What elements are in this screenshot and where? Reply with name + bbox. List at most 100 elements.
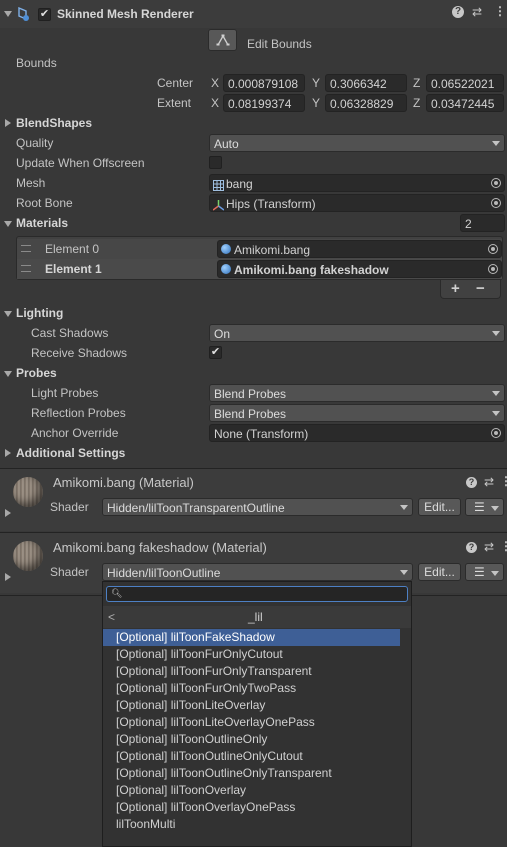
cast-shadows-dropdown[interactable]: On [209,324,505,342]
popup-item[interactable]: [Optional] lilToonOutlineOnly [103,731,400,748]
extent-x-field[interactable]: 0.08199374 [223,94,305,112]
probes-foldout-icon[interactable] [4,371,12,377]
help-icon[interactable]: ? [466,542,477,553]
popup-item[interactable]: [Optional] lilToonFakeShadow [103,629,400,646]
component-enabled-checkbox[interactable]: ✔ [38,8,51,21]
materials-count-field[interactable]: 2 [460,214,505,232]
lighting-foldout[interactable]: Lighting [16,304,63,322]
additional-settings-foldout-icon[interactable] [5,449,11,457]
popup-item[interactable]: [Optional] lilToonOutlineOnlyTransparent [103,765,400,782]
center-x-field[interactable]: 0.000879108 [223,74,305,92]
anchor-override-value: None (Transform) [214,427,309,441]
chevron-down-icon [491,571,499,576]
help-icon[interactable]: ? [466,477,477,488]
object-picker-icon[interactable] [491,428,501,438]
edit-bounds-button[interactable] [208,29,237,51]
popup-item[interactable]: [Optional] lilToonOverlay [103,782,400,799]
cast-shadows-label: Cast Shadows [31,326,109,340]
popup-item[interactable]: [Optional] lilToonOverlayOnePass [103,799,400,816]
presets-icon[interactable]: ⇄ [484,540,494,554]
material2-edit-button[interactable]: Edit... [418,563,461,581]
kebab-menu-icon[interactable]: ⋮ [494,4,506,18]
center-z-field[interactable]: 0.06522021 [426,74,504,92]
material2-shader-value: Hidden/lilToonOutline [107,566,221,580]
object-picker-icon[interactable] [491,198,501,208]
popup-item[interactable]: [Optional] lilToonLiteOverlayOnePass [103,714,400,731]
center-y-field[interactable]: 0.3066342 [325,74,407,92]
popup-item-label: lilToonMulti [116,817,176,831]
object-picker-icon[interactable] [491,178,501,188]
edit-bounds-label: Edit Bounds [247,37,312,51]
material2-shader-dropdown[interactable]: Hidden/lilToonOutline [102,563,413,581]
popup-item-label: [Optional] lilToonFurOnlyTwoPass [116,681,297,695]
help-icon[interactable]: ? [452,6,464,18]
material-sphere-icon [221,264,231,274]
popup-item[interactable]: [Optional] lilToonFurOnlyCutout [103,646,400,663]
drag-handle-icon[interactable] [21,265,31,272]
root-bone-value: Hips (Transform) [226,197,316,211]
popup-item[interactable]: [Optional] lilToonFurOnlyTwoPass [103,680,400,697]
additional-settings-foldout[interactable]: Additional Settings [16,444,125,462]
chevron-down-icon [492,391,500,396]
mesh-grid-icon [213,178,224,191]
material-preview-sphere-icon [13,541,43,571]
popup-item[interactable]: [Optional] lilToonFurOnlyTransparent [103,663,400,680]
material1-foldout-icon[interactable] [5,509,11,517]
remove-element-button[interactable]: − [476,280,485,298]
root-bone-field[interactable]: Hips (Transform) [209,194,505,212]
component-icon [17,6,29,21]
light-probes-dropdown[interactable]: Blend Probes [209,384,505,402]
popup-item-label: [Optional] lilToonFurOnlyTransparent [116,664,312,678]
material1-shader-dropdown[interactable]: Hidden/lilToonTransparentOutline [102,498,413,516]
material2-foldout-icon[interactable] [5,573,11,581]
anchor-override-label: Anchor Override [31,426,119,440]
center-label: Center [157,76,194,90]
popup-back-button[interactable]: < [108,608,115,626]
popup-item-label: [Optional] lilToonOverlayOnePass [116,800,296,814]
presets-icon[interactable]: ⇄ [484,475,494,489]
presets-icon[interactable]: ⇄ [472,5,482,19]
probes-foldout[interactable]: Probes [16,364,57,382]
popup-item[interactable]: [Optional] lilToonLiteOverlay [103,697,400,714]
lighting-foldout-icon[interactable] [4,311,12,317]
materials-foldout-icon[interactable] [4,221,12,227]
quality-dropdown[interactable]: Auto [209,134,505,152]
popup-item[interactable]: lilToonMulti [103,816,400,833]
reflection-probes-dropdown[interactable]: Blend Probes [209,404,505,422]
extent-z-field[interactable]: 0.03472445 [426,94,504,112]
drag-handle-icon[interactable] [21,245,31,252]
anchor-override-field[interactable]: None (Transform) [209,424,505,442]
center-z-axis: Z [413,76,421,90]
mesh-field[interactable]: bang [209,174,505,192]
receive-shadows-checkbox[interactable]: ✔ [209,346,222,359]
material-element-1-field[interactable]: Amikomi.bang fakeshadow [217,260,502,278]
popup-search-field[interactable]: 🔍︎ [106,586,408,602]
popup-item[interactable]: [Optional] lilToonOutlineOnlyCutout [103,748,400,765]
light-probes-value: Blend Probes [214,387,287,401]
bone-icon [212,198,225,211]
chevron-down-icon [492,411,500,416]
material-element-1-value: Amikomi.bang fakeshadow [234,263,389,277]
blendshapes-foldout-icon[interactable] [5,119,11,127]
material-element-0-field[interactable]: Amikomi.bang [217,240,502,258]
add-element-button[interactable]: + [451,280,460,298]
material1-list-button[interactable]: ☰ [465,498,504,516]
blendshapes-foldout[interactable]: BlendShapes [16,114,92,132]
kebab-menu-icon[interactable]: ⋮ [500,539,507,553]
kebab-menu-icon[interactable]: ⋮ [500,474,507,488]
quality-label: Quality [16,136,54,150]
material2-list-button[interactable]: ☰ [465,563,504,581]
extent-y-field[interactable]: 0.06328829 [325,94,407,112]
popup-item-label: [Optional] lilToonOutlineOnlyTransparent [116,766,332,780]
material1-edit-button[interactable]: Edit... [418,498,461,516]
material-element-0-label: Element 0 [45,242,100,256]
collapse-arrow-icon[interactable] [4,11,12,17]
object-picker-icon[interactable] [488,244,498,254]
list-icon: ☰ [474,565,485,579]
material-element-0-value: Amikomi.bang [234,243,311,257]
object-picker-icon[interactable] [488,264,498,274]
material2-shader-label: Shader [50,565,89,579]
materials-foldout[interactable]: Materials [16,214,68,232]
center-y-axis: Y [312,76,321,90]
update-offscreen-checkbox[interactable] [209,156,222,169]
